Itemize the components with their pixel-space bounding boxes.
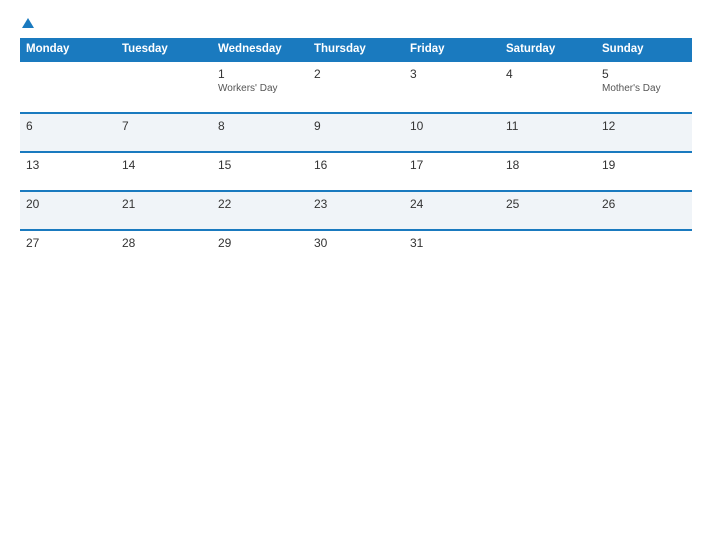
- day-number: 18: [506, 158, 590, 172]
- col-header-thursday: Thursday: [308, 38, 404, 61]
- logo-triangle-icon: [22, 18, 34, 28]
- day-number: 1: [218, 67, 302, 81]
- calendar-cell: 2: [308, 61, 404, 113]
- calendar-cell: 20: [20, 191, 116, 230]
- day-number: 17: [410, 158, 494, 172]
- day-number: 19: [602, 158, 686, 172]
- calendar-table: MondayTuesdayWednesdayThursdayFridaySatu…: [20, 38, 692, 268]
- header: [20, 18, 692, 28]
- week-row-2: 6789 10 11 12: [20, 113, 692, 152]
- day-number: 15: [218, 158, 302, 172]
- calendar-header: MondayTuesdayWednesdayThursdayFridaySatu…: [20, 38, 692, 61]
- calendar-cell: 22: [212, 191, 308, 230]
- calendar-cell: 28: [116, 230, 212, 268]
- col-header-saturday: Saturday: [500, 38, 596, 61]
- day-number: 22: [218, 197, 302, 211]
- calendar-cell: 26: [596, 191, 692, 230]
- day-number: 26: [602, 197, 686, 211]
- calendar-cell: 29: [212, 230, 308, 268]
- calendar-cell: 3: [404, 61, 500, 113]
- day-number: 5: [602, 67, 686, 81]
- day-number: 9: [314, 119, 398, 133]
- day-number: 20: [26, 197, 110, 211]
- col-header-monday: Monday: [20, 38, 116, 61]
- calendar-cell: [596, 230, 692, 268]
- calendar-page: MondayTuesdayWednesdayThursdayFridaySatu…: [0, 0, 712, 550]
- calendar-cell: 31: [404, 230, 500, 268]
- day-number: 25: [506, 197, 590, 211]
- day-number: 12: [602, 119, 686, 133]
- calendar-cell: 4: [500, 61, 596, 113]
- calendar-cell: 14: [116, 152, 212, 191]
- days-header-row: MondayTuesdayWednesdayThursdayFridaySatu…: [20, 38, 692, 61]
- calendar-cell: 23: [308, 191, 404, 230]
- calendar-cell: 6: [20, 113, 116, 152]
- day-number: 2: [314, 67, 398, 81]
- day-number: 21: [122, 197, 206, 211]
- calendar-cell: 24: [404, 191, 500, 230]
- calendar-cell: 11: [500, 113, 596, 152]
- col-header-tuesday: Tuesday: [116, 38, 212, 61]
- day-number: 6: [26, 119, 110, 133]
- day-number: 30: [314, 236, 398, 250]
- col-header-friday: Friday: [404, 38, 500, 61]
- calendar-cell: 16: [308, 152, 404, 191]
- calendar-cell: 17: [404, 152, 500, 191]
- logo: [20, 18, 34, 28]
- calendar-cell: 10: [404, 113, 500, 152]
- week-row-4: 20 21 22 23 24 25 26: [20, 191, 692, 230]
- holiday-label: Workers' Day: [218, 83, 302, 94]
- calendar-cell: 18: [500, 152, 596, 191]
- calendar-cell: 25: [500, 191, 596, 230]
- week-row-3: 13 14 15 16 17 18 19: [20, 152, 692, 191]
- calendar-cell: 13: [20, 152, 116, 191]
- calendar-cell: [116, 61, 212, 113]
- day-number: 29: [218, 236, 302, 250]
- day-number: 27: [26, 236, 110, 250]
- day-number: 7: [122, 119, 206, 133]
- day-number: 10: [410, 119, 494, 133]
- week-row-1: 1 Workers' Day 2345 Mother's Day: [20, 61, 692, 113]
- calendar-cell: 7: [116, 113, 212, 152]
- calendar-body: 1Workers' Day2345Mother's Day67891011121…: [20, 61, 692, 268]
- calendar-cell: 21: [116, 191, 212, 230]
- calendar-cell: 8: [212, 113, 308, 152]
- col-header-sunday: Sunday: [596, 38, 692, 61]
- calendar-cell: 5 Mother's Day: [596, 61, 692, 113]
- calendar-cell: 9: [308, 113, 404, 152]
- calendar-cell: 1 Workers' Day: [212, 61, 308, 113]
- day-number: 8: [218, 119, 302, 133]
- col-header-wednesday: Wednesday: [212, 38, 308, 61]
- day-number: 13: [26, 158, 110, 172]
- day-number: 24: [410, 197, 494, 211]
- calendar-cell: [20, 61, 116, 113]
- calendar-cell: 15: [212, 152, 308, 191]
- holiday-label: Mother's Day: [602, 83, 686, 94]
- calendar-cell: 27: [20, 230, 116, 268]
- day-number: 16: [314, 158, 398, 172]
- calendar-cell: 19: [596, 152, 692, 191]
- day-number: 14: [122, 158, 206, 172]
- calendar-cell: 12: [596, 113, 692, 152]
- day-number: 3: [410, 67, 494, 81]
- week-row-5: 27 28 29 30 31: [20, 230, 692, 268]
- day-number: 31: [410, 236, 494, 250]
- day-number: 28: [122, 236, 206, 250]
- day-number: 23: [314, 197, 398, 211]
- day-number: 11: [506, 119, 590, 133]
- day-number: 4: [506, 67, 590, 81]
- calendar-cell: 30: [308, 230, 404, 268]
- calendar-cell: [500, 230, 596, 268]
